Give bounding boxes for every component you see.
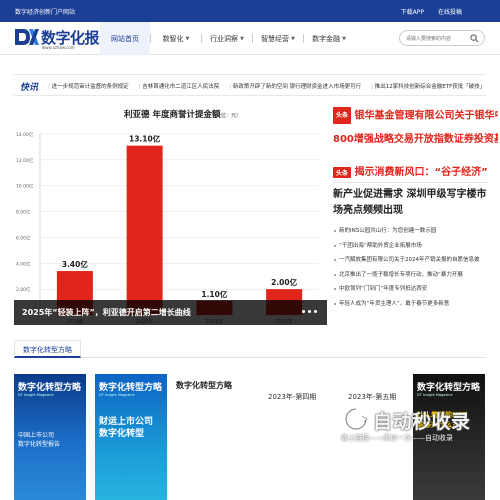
ticker-item[interactable]: 吉林首通化市二道江区人民法院 — [139, 82, 219, 90]
slider-dot[interactable] — [308, 310, 311, 313]
headline-badge: 头条 — [333, 107, 352, 124]
nav-label: 网站首页 — [111, 34, 139, 43]
watermark-arrow-icon — [344, 407, 368, 431]
chart-data-label: 1.10亿 — [201, 289, 228, 299]
download-app-link[interactable]: 下载APP — [401, 7, 424, 16]
featured-slider[interactable]: 利亚德 年度商誉计提金额 （单位：元） 14.00亿 12.00亿 10.00亿 8.00… — [14, 103, 327, 325]
main-nav: 网站首页 数智化 ▼ 行业洞察 ▼ 智慧经营 ▼ 数字金融 ▼ — [100, 22, 354, 55]
ticker-item[interactable]: 新政策开辟了新的空间 银行理财资金进入市场更可行 — [229, 82, 361, 90]
chart-title: 利亚德 年度商誉计提金额 — [123, 109, 221, 120]
nav-label: 智慧经营 — [261, 34, 290, 43]
nav-item-smart-operations[interactable]: 智慧经营 ▼ — [253, 22, 303, 55]
magazine-cover[interactable]: 数字化转型方略 DT Insight Magazine 财运上市公司 数字化转型 — [95, 374, 167, 500]
logo-url-text: www.szhbw.com — [42, 45, 75, 50]
chevron-down-icon: ▼ — [185, 35, 190, 42]
top-headline-line2[interactable]: 800增强战略交易开放指数证券投资基 — [333, 130, 498, 145]
magazine-cover-line: 中国上市公司 — [18, 432, 55, 439]
magazine-subtitle: DT Insight Magazine — [99, 393, 135, 397]
nav-item-industry-insight[interactable]: 行业洞察 ▼ — [202, 22, 252, 55]
top-bar: 数字经济创新门户网站 下载APP 在线投稿 — [0, 0, 500, 22]
headline-text: 揭示消费新风口：“谷子经济” — [354, 167, 488, 178]
watermark-title: 自动秒收录 — [373, 411, 471, 433]
chart-y-tick-label: 2.00亿 — [16, 286, 31, 293]
chart-y-tick-label: 4.00亿 — [16, 260, 31, 267]
top-headline-line1[interactable]: 头条 银华基金管理有限公司关于银华中证 — [333, 107, 498, 124]
chevron-down-icon: ▼ — [291, 35, 295, 42]
slider-caption-text: 2025年“轻装上阵”，利亚德开启第二增长曲线 — [22, 308, 191, 317]
magazine-period[interactable]: 2023年-第四期 — [268, 392, 316, 402]
watermark-subtitle: 做上链接——来访一次——自动收录 — [341, 434, 453, 442]
ticker-tag: 快讯 — [20, 83, 39, 93]
headline-text: 银华基金管理有限公司关于银华中证 — [354, 110, 499, 122]
site-header: 数字化报 www.szhbw.com 网站首页 数智化 ▼ 行业洞察 ▼ 智慧经营 ▼… — [0, 22, 500, 55]
list-item[interactable]: “千团出海”帮助外贸企业拓展市场 — [333, 242, 493, 257]
magazine-title: 数字化转型方略 — [99, 383, 163, 393]
nav-label: 行业洞察 — [210, 34, 239, 43]
chart-y-tick-label: 6.00亿 — [16, 234, 31, 241]
nav-item-digital-finance[interactable]: 数字金融 ▼ — [304, 22, 354, 55]
nav-label: 数智化 — [162, 34, 184, 43]
goodwill-bar-chart: 利亚德 年度商誉计提金额（单位：元） 14.00亿 12.00亿 10.00亿 8.00… — [16, 109, 319, 325]
chart-y-tick-label: 14.00亿 — [16, 131, 34, 138]
search-input[interactable] — [406, 34, 468, 43]
nav-item-home[interactable]: 网站首页 — [100, 22, 150, 55]
headline-badge: 头条 — [333, 166, 352, 178]
site-slogan: 数字经济创新门户网站 — [15, 9, 76, 16]
chart-y-tick-label: 8.00亿 — [16, 209, 31, 216]
ticker-item[interactable]: 推出12家科技创新综合金融ETF获批「破技」 — [371, 82, 486, 90]
nav-label: 数字金融 — [312, 34, 341, 43]
list-item[interactable]: 新的INS公园共山行：为您创建一数示园 — [333, 227, 493, 242]
chart-unit-note: （单位：元） — [211, 112, 241, 119]
news-ticker: 快讯 进一步规范审计监督的条例规定 吉林首通化市二道江区人民法院 新政策开辟了新… — [14, 74, 486, 96]
magazine-title: 数字化转型方略 — [176, 381, 232, 390]
search-box — [399, 30, 485, 46]
chart-data-label: 2.00亿 — [271, 277, 298, 287]
top-links: 下载APP 在线投稿 — [401, 7, 462, 16]
search-icon[interactable] — [470, 34, 479, 43]
magazine-cover[interactable]: 数字化转型方略 DT Insight Magazine 中国上市公司 数字化转型… — [14, 374, 86, 500]
ticker-items: 进一步规范审计监督的条例规定 吉林首通化市二道江区人民法院 新政策开辟了新的空间… — [48, 82, 486, 90]
chart-y-tick-label: 12.00亿 — [16, 157, 34, 164]
magazine-card[interactable]: 数字化转型方略 — [174, 374, 244, 500]
list-item[interactable]: 一汽解放集团有限公司关于2024年产销关报的自愿信息披 — [333, 256, 493, 271]
chart-data-label: 3.40亿 — [62, 259, 89, 269]
site-logo[interactable]: 数字化报 www.szhbw.com — [14, 26, 100, 52]
chart-data-label: 13.10亿 — [129, 134, 161, 144]
list-item[interactable]: 年轻人成为“年货主理人”，敢于春节更多新意 — [333, 300, 493, 315]
second-headline[interactable]: 头条 揭示消费新风口：“谷子经济” — [333, 163, 488, 178]
chart-y-tick-label: 10.00亿 — [16, 183, 34, 190]
divider — [333, 182, 488, 183]
slider-caption[interactable]: 2025年“轻装上阵”，利亚德开启第二增长曲线 — [14, 300, 327, 325]
section-tab-digital-transformation[interactable]: 数字化转型方略 — [14, 340, 81, 358]
ticker-item[interactable]: 进一步规范审计监督的条例规定 — [48, 82, 129, 90]
slider-dot[interactable] — [302, 310, 305, 313]
nav-item-digital-intelligence[interactable]: 数智化 ▼ — [151, 22, 201, 55]
feature-headline[interactable]: 新产业促进需求 深圳甲级写字楼市场亮点频频出现 — [333, 187, 488, 219]
online-submit-link[interactable]: 在线投稿 — [438, 7, 462, 16]
chevron-down-icon: ▼ — [240, 35, 244, 42]
magazine-cover-line: 数字化转型 — [99, 429, 145, 439]
magazine-subtitle: DT Insight Magazine — [417, 393, 453, 397]
magazine-period[interactable]: 2023年-第五期 — [348, 392, 396, 402]
magazine-cover-line: 数字化转型报告 — [18, 441, 61, 448]
news-list: 新的INS公园共山行：为您创建一数示园 “千团出海”帮助外贸企业拓展市场 一汽解… — [333, 227, 493, 314]
watermark-overlay: 自动秒收录 做上链接——来访一次——自动收录 — [333, 403, 493, 455]
magazine-title: 数字化转型方略 — [18, 383, 82, 393]
chart-bar — [126, 145, 163, 315]
chevron-down-icon: ▼ — [342, 35, 346, 42]
section-header: 数字化转型方略 — [14, 340, 486, 358]
slider-dot[interactable] — [314, 310, 317, 313]
list-item[interactable]: 中欧驾列“门到门”年度专列抵达西安 — [333, 285, 493, 300]
logo-mark-icon — [15, 29, 39, 45]
magazine-subtitle: DT Insight Magazine — [18, 393, 54, 397]
slider-dots — [302, 310, 317, 313]
list-item[interactable]: 北京推出了一揽子稳增长专项行动，推动“暴力开展 — [333, 271, 493, 286]
magazine-title: 数字化转型方略 — [417, 383, 481, 393]
